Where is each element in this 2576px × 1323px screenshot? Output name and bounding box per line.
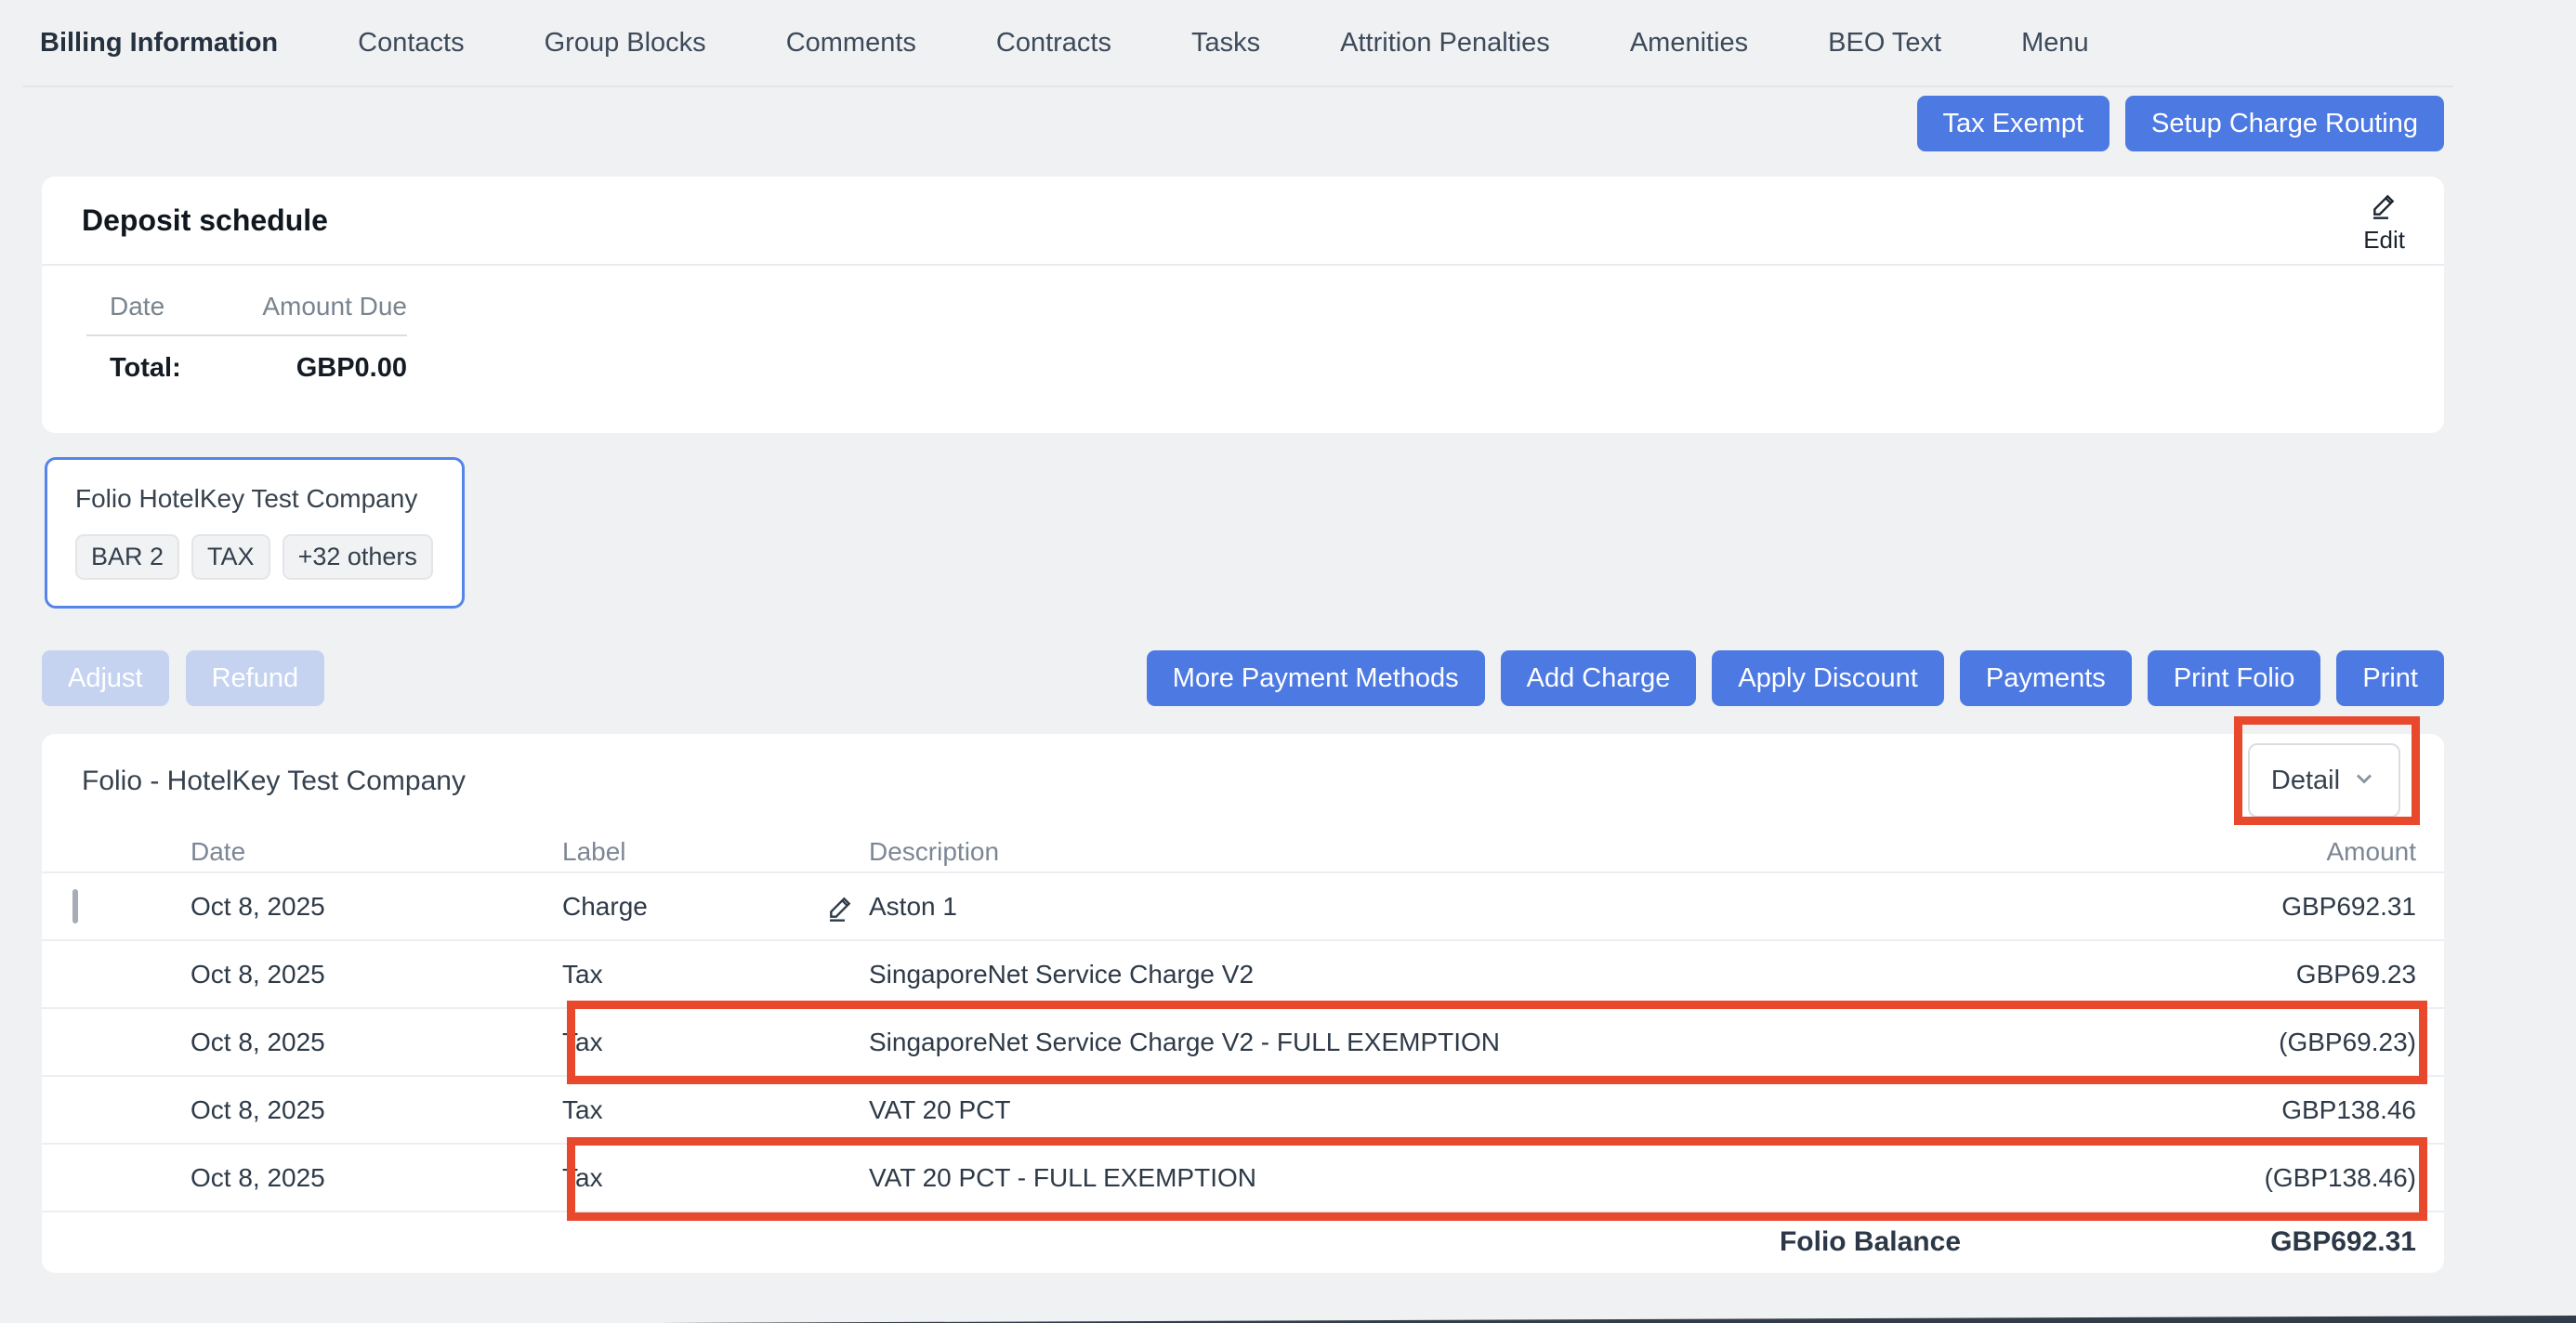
add-charge-button[interactable]: Add Charge [1501, 650, 1697, 706]
row-amount: GBP69.23 [2017, 960, 2416, 989]
nav-divider [22, 85, 2453, 87]
folio-detail-card: Folio - HotelKey Test Company Detail Dat… [42, 734, 2444, 1273]
row-date: Oct 8, 2025 [191, 1095, 562, 1125]
tab-comments[interactable]: Comments [786, 28, 916, 59]
col-label: Label [562, 837, 869, 867]
deposit-total-row: Total: GBP0.00 [86, 336, 407, 384]
row-description: VAT 20 PCT - FULL EXEMPTION [869, 1163, 1256, 1192]
folio-card-title: Folio - HotelKey Test Company [82, 766, 466, 797]
folio-actions-left: Adjust Refund [42, 650, 324, 706]
folio-balance-value: GBP692.31 [2017, 1226, 2416, 1258]
chip-bar-2: BAR 2 [75, 534, 179, 580]
tab-billing-information[interactable]: Billing Information [40, 28, 278, 59]
print-folio-button[interactable]: Print Folio [2148, 650, 2321, 706]
tab-contacts[interactable]: Contacts [358, 28, 464, 59]
row-description: VAT 20 PCT [869, 1095, 1011, 1124]
tab-attrition-penalties[interactable]: Attrition Penalties [1340, 28, 1550, 59]
print-button[interactable]: Print [2336, 650, 2444, 706]
deposit-total-value: GBP0.00 [226, 353, 407, 384]
detail-view-dropdown[interactable]: Detail [2248, 743, 2400, 818]
row-label: Tax [562, 1028, 869, 1057]
folio-actions-right: More Payment Methods Add Charge Apply Di… [1147, 650, 2444, 706]
folio-selector-card[interactable]: Folio HotelKey Test Company BAR 2 TAX +3… [45, 457, 465, 609]
top-nav: Billing Information Contacts Group Block… [0, 0, 2576, 86]
row-amount: (GBP138.46) [2017, 1163, 2416, 1193]
row-description: Aston 1 [869, 892, 957, 921]
deposit-schedule-title: Deposit schedule [82, 203, 328, 238]
deposit-schedule-header: Deposit schedule Edit [42, 177, 2444, 266]
more-payment-methods-button[interactable]: More Payment Methods [1147, 650, 1485, 706]
tab-beo-text[interactable]: BEO Text [1828, 28, 1941, 59]
table-row-tax-exemption: Oct 8, 2025 Tax SingaporeNet Service Cha… [42, 1007, 2444, 1075]
billing-information-page: Billing Information Contacts Group Block… [0, 0, 2576, 1323]
top-action-buttons: Tax Exempt Setup Charge Routing [1917, 96, 2444, 151]
row-date: Oct 8, 2025 [191, 1163, 562, 1193]
tab-group-blocks[interactable]: Group Blocks [545, 28, 706, 59]
col-date: Date [191, 837, 562, 867]
row-label: Tax [562, 960, 869, 989]
deposit-edit-label: Edit [2363, 226, 2405, 255]
row-date: Oct 8, 2025 [191, 960, 562, 989]
tab-tasks[interactable]: Tasks [1191, 28, 1260, 59]
deposit-table-header-row: Date Amount Due [86, 292, 407, 336]
row-label: Tax [562, 1163, 869, 1193]
table-row-tax-exemption: Oct 8, 2025 Tax VAT 20 PCT - FULL EXEMPT… [42, 1143, 2444, 1211]
row-date: Oct 8, 2025 [191, 892, 562, 922]
setup-charge-routing-button[interactable]: Setup Charge Routing [2125, 96, 2444, 151]
chip-others: +32 others [283, 534, 433, 580]
folio-table: Date Label Description Amount Oct 8, 202… [42, 832, 2444, 1271]
pencil-icon [2370, 190, 2399, 224]
row-label: Tax [562, 1095, 869, 1125]
row-label: Charge [562, 892, 869, 922]
refund-button[interactable]: Refund [186, 650, 325, 706]
tax-exempt-button[interactable]: Tax Exempt [1917, 96, 2110, 151]
deposit-col-date: Date [110, 292, 226, 321]
deposit-total-label: Total: [110, 353, 226, 384]
deposit-edit-button[interactable]: Edit [2363, 190, 2405, 255]
row-amount: GBP692.31 [2017, 892, 2416, 922]
adjust-button[interactable]: Adjust [42, 650, 169, 706]
chevron-down-icon [2351, 766, 2377, 796]
folio-balance-row: Folio Balance GBP692.31 [42, 1211, 2444, 1271]
chip-tax: TAX [191, 534, 270, 580]
deposit-col-amount-due: Amount Due [226, 292, 407, 321]
row-date: Oct 8, 2025 [191, 1028, 562, 1057]
tab-menu[interactable]: Menu [2021, 28, 2089, 59]
rate-chip-row: BAR 2 TAX +32 others [75, 534, 434, 580]
row-checkbox[interactable] [72, 889, 78, 923]
pencil-icon[interactable] [826, 892, 856, 922]
horizontal-scrollbar[interactable] [660, 1316, 2576, 1323]
folio-selector-title: Folio HotelKey Test Company [75, 484, 434, 514]
folio-balance-label: Folio Balance [869, 1226, 2017, 1258]
col-amount: Amount [2017, 837, 2416, 867]
detail-view-selected: Detail [2271, 766, 2340, 796]
table-row-charge: Oct 8, 2025 Charge Aston 1 GBP692.31 [42, 871, 2444, 939]
row-amount: (GBP69.23) [2017, 1028, 2416, 1057]
col-description: Description [869, 837, 2017, 867]
tab-amenities[interactable]: Amenities [1630, 28, 1748, 59]
row-amount: GBP138.46 [2017, 1095, 2416, 1125]
payments-button[interactable]: Payments [1960, 650, 2132, 706]
deposit-schedule-card: Deposit schedule Edit Date Amount Due To… [42, 177, 2444, 433]
table-row-tax: Oct 8, 2025 Tax SingaporeNet Service Cha… [42, 939, 2444, 1007]
tab-contracts[interactable]: Contracts [996, 28, 1111, 59]
deposit-schedule-table: Date Amount Due Total: GBP0.00 [86, 292, 407, 384]
apply-discount-button[interactable]: Apply Discount [1712, 650, 1943, 706]
row-description: SingaporeNet Service Charge V2 - FULL EX… [869, 1028, 1500, 1056]
folio-table-header-row: Date Label Description Amount [42, 832, 2444, 871]
table-row-tax: Oct 8, 2025 Tax VAT 20 PCT GBP138.46 [42, 1075, 2444, 1143]
row-description: SingaporeNet Service Charge V2 [869, 960, 1254, 989]
